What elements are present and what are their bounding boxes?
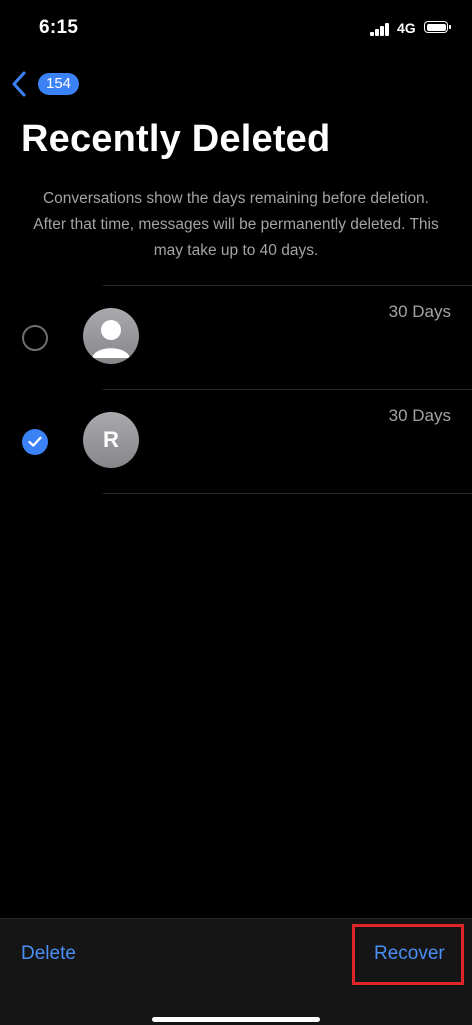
bottom-toolbar: Delete Recover [0,918,472,1025]
chevron-left-icon [12,71,26,97]
conversation-row[interactable]: 30 Days [0,286,472,390]
network-type: 4G [397,20,416,36]
days-remaining: 30 Days [388,302,451,321]
status-time: 6:15 [39,17,79,38]
contact-avatar [83,308,139,364]
unread-count-badge: 154 [38,73,80,95]
delete-button[interactable]: Delete [21,943,76,965]
battery-icon [424,21,451,33]
avatar-initial: R [103,427,119,452]
divider [103,493,472,494]
contact-avatar: R [83,412,139,468]
days-remaining: 30 Days [388,406,451,425]
checkmark-icon [28,436,42,447]
conversation-row[interactable]: R 30 Days [0,390,472,494]
select-circle-unchecked[interactable] [22,325,48,351]
back-button[interactable]: 154 [8,68,88,100]
status-bar: 6:15 4G [0,0,472,56]
cellular-signal-icon [370,22,390,36]
home-indicator[interactable] [152,1017,320,1022]
recover-button[interactable]: Recover [374,943,445,965]
person-silhouette-icon [92,320,130,358]
page-description: Conversations show the days remaining be… [33,190,439,259]
select-circle-checked[interactable] [22,429,48,455]
page-title: Recently Deleted [21,118,331,160]
